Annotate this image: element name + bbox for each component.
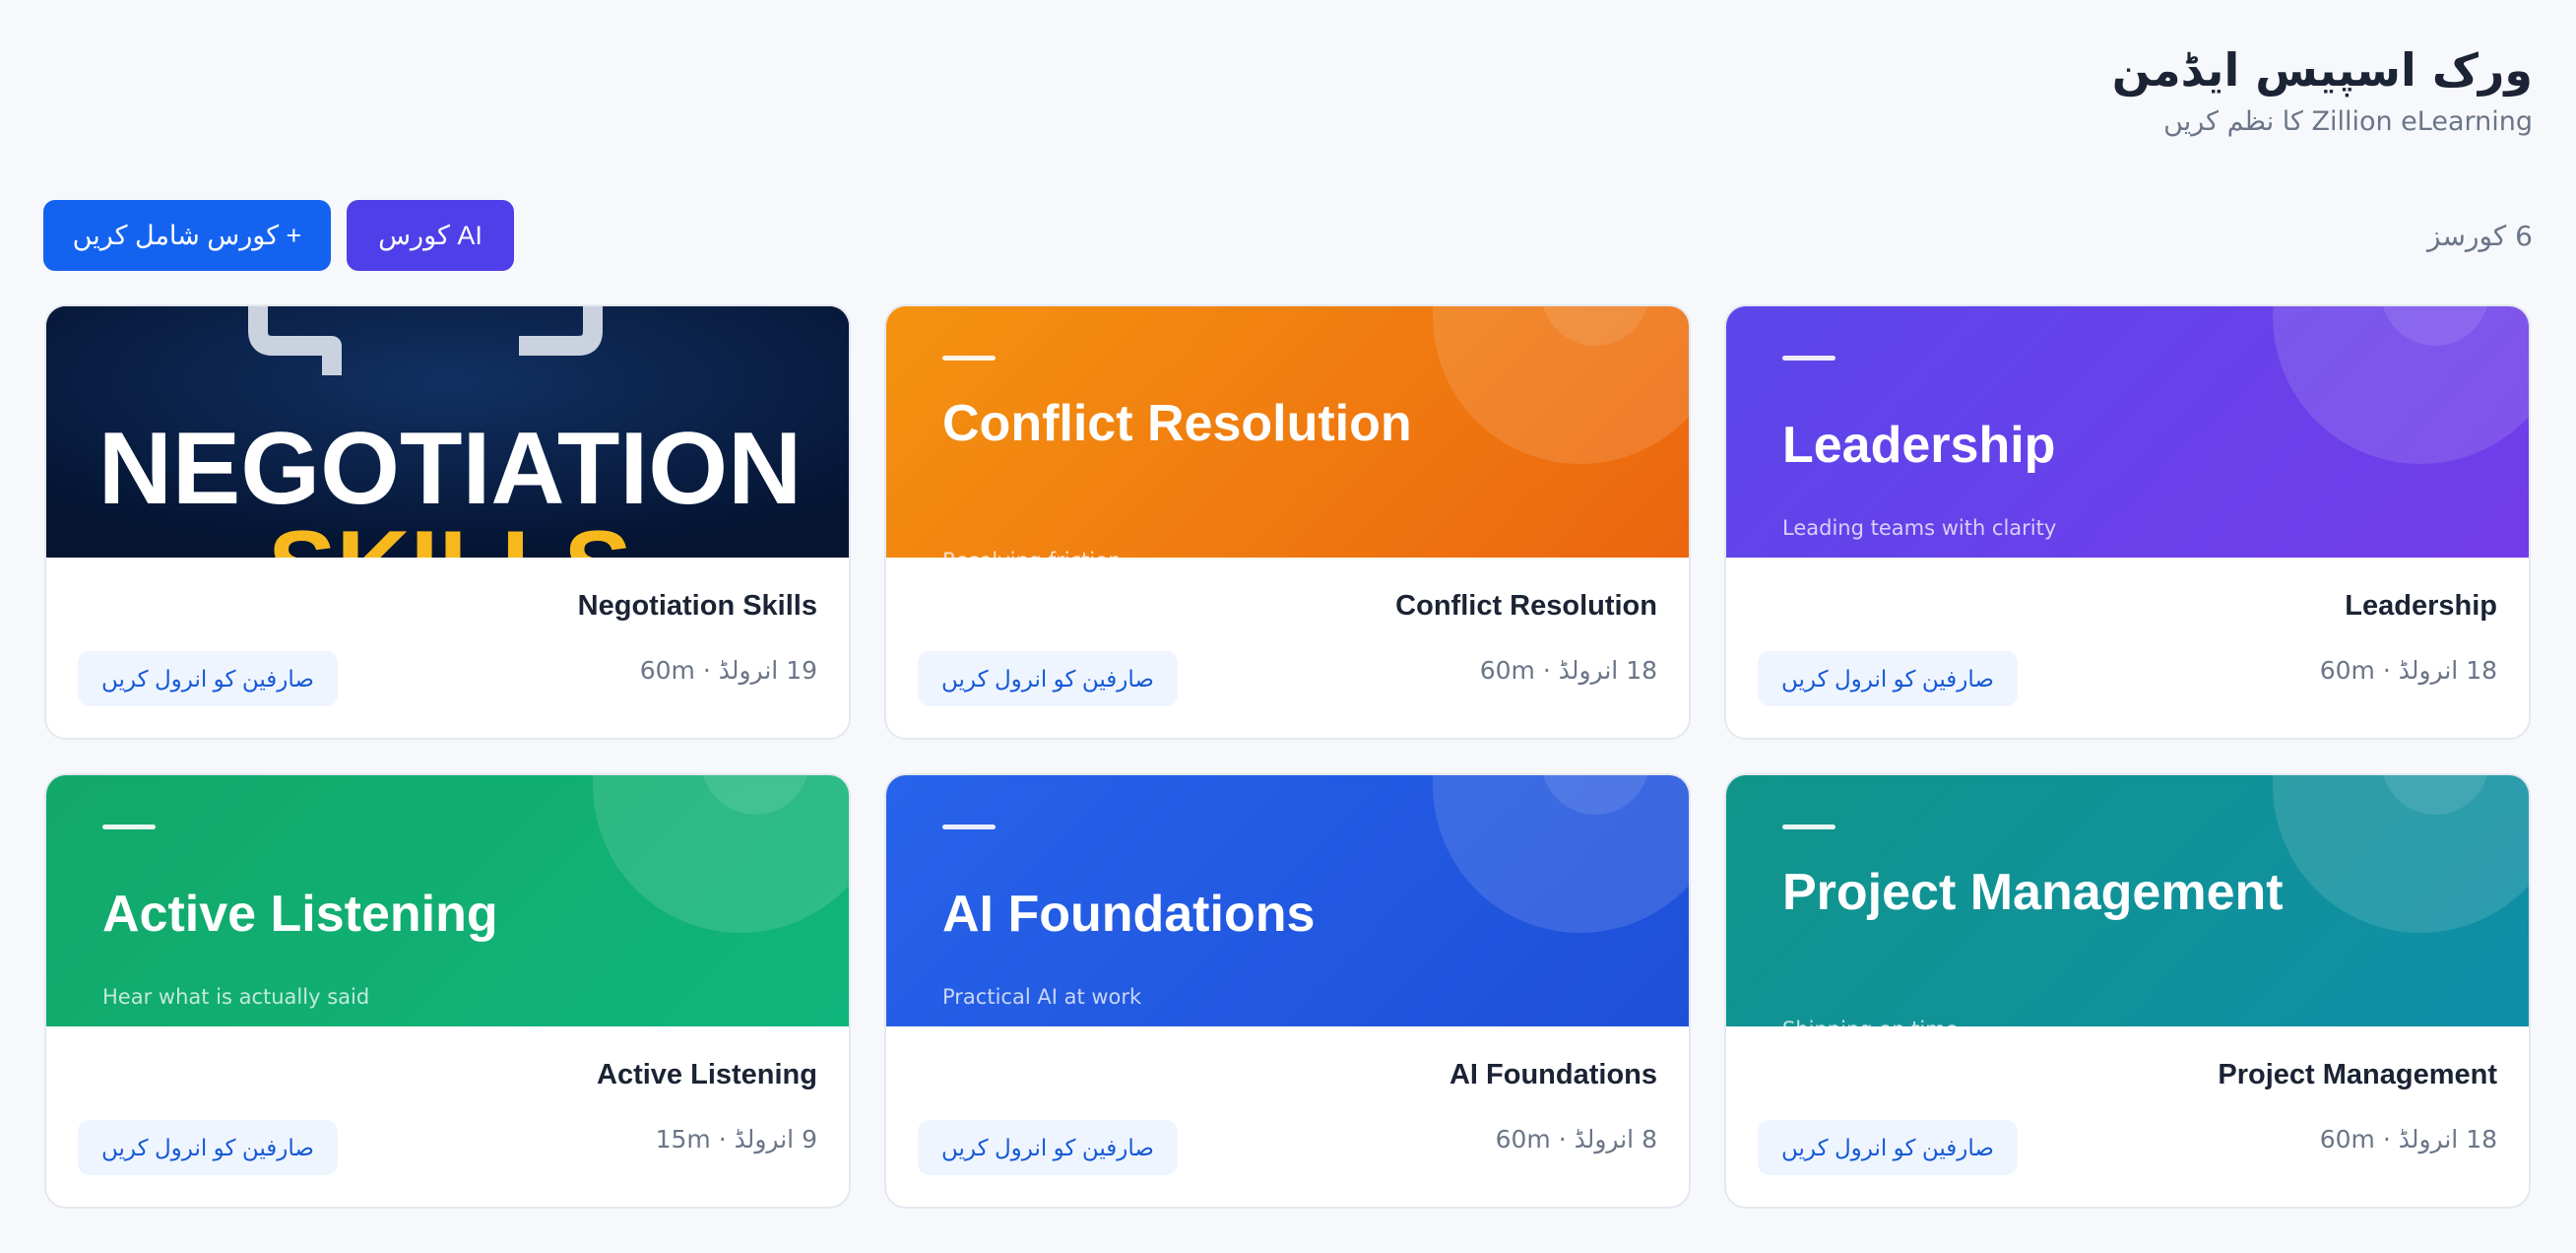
course-card-body: Negotiation Skills 19 انرولڈ · 60m صارفی… [46, 558, 849, 738]
page-header: ورک اسپیس ایڈمن Zillion eLearning کا نظم… [2112, 41, 2533, 137]
course-title: Negotiation Skills [577, 590, 817, 622]
banner-title: Project Management [1782, 864, 2284, 921]
banner-tagline: Resolving friction [942, 549, 1121, 558]
course-card-active-listening[interactable]: Active Listening Hear what is actually s… [44, 773, 851, 1209]
banner-dash [942, 356, 996, 361]
negotiation-banner-image: NEGOTIATION SKILLS [46, 306, 849, 558]
banner-title: Active Listening [102, 886, 498, 943]
course-banner: Conflict Resolution Resolving friction [886, 306, 1689, 558]
course-count: 6 کورسز [2427, 219, 2533, 252]
enroll-users-button[interactable]: صارفین کو انرول کریں [78, 651, 338, 706]
course-card-leadership[interactable]: Leadership Leading teams with clarity Le… [1724, 304, 2531, 740]
course-banner: Active Listening Hear what is actually s… [46, 775, 849, 1026]
course-card-negotiation-skills[interactable]: NEGOTIATION SKILLS Negotiation Skills 19… [44, 304, 851, 740]
course-card-body: Active Listening 9 انرولڈ · 15m صارفین ک… [46, 1026, 849, 1207]
course-card-body: Leadership 18 انرولڈ · 60m صارفین کو انر… [1726, 558, 2529, 738]
course-card-project-management[interactable]: Project Management Shipping on time Proj… [1724, 773, 2531, 1209]
enroll-users-button[interactable]: صارفین کو انرول کریں [1758, 651, 2018, 706]
banner-tagline: Leading teams with clarity [1782, 516, 2057, 540]
banner-tagline: Hear what is actually said [102, 985, 370, 1009]
course-card-body: AI Foundations 8 انرولڈ · 60m صارفین کو … [886, 1026, 1689, 1207]
banner-dash [942, 824, 996, 829]
course-title: Project Management [2218, 1059, 2497, 1090]
course-meta: 18 انرولڈ · 60m [2319, 656, 2497, 685]
course-card-body: Conflict Resolution 18 انرولڈ · 60m صارف… [886, 558, 1689, 738]
banner-title: Leadership [1782, 417, 2056, 474]
course-banner: AI Foundations Practical AI at work [886, 775, 1689, 1026]
course-banner: Leadership Leading teams with clarity [1726, 306, 2529, 558]
page-subtitle: Zillion eLearning کا نظم کریں [2163, 105, 2533, 137]
course-meta: 18 انرولڈ · 60m [1479, 656, 1657, 685]
banner-tagline: Shipping on time [1782, 1018, 1959, 1026]
banner-title: AI Foundations [942, 886, 1316, 943]
enroll-users-button[interactable]: صارفین کو انرول کریں [1758, 1120, 2018, 1175]
enroll-users-button[interactable]: صارفین کو انرول کریں [78, 1120, 338, 1175]
course-title: Leadership [2345, 590, 2497, 622]
course-meta: 9 انرولڈ · 15m [655, 1125, 817, 1154]
course-meta: 19 انرولڈ · 60m [639, 656, 817, 685]
enroll-users-button[interactable]: صارفین کو انرول کریں [918, 651, 1178, 706]
page-title: ورک اسپیس ایڈمن [2111, 43, 2533, 97]
course-meta: 18 انرولڈ · 60m [2319, 1125, 2497, 1154]
enroll-users-button[interactable]: صارفین کو انرول کریں [918, 1120, 1178, 1175]
ai-course-button[interactable]: AI کورس [347, 200, 514, 271]
banner-title: Conflict Resolution [942, 395, 1412, 452]
course-card-conflict-resolution[interactable]: Conflict Resolution Resolving friction C… [884, 304, 1691, 740]
banner-dash [1782, 824, 1835, 829]
add-course-button[interactable]: + کورس شامل کریں [43, 200, 331, 271]
course-card-ai-foundations[interactable]: AI Foundations Practical AI at work AI F… [884, 773, 1691, 1209]
banner-dash [1782, 356, 1835, 361]
course-title: AI Foundations [1449, 1059, 1657, 1090]
course-grid: NEGOTIATION SKILLS Negotiation Skills 19… [44, 304, 2533, 1209]
course-banner-image: NEGOTIATION SKILLS [46, 306, 849, 558]
course-banner: Project Management Shipping on time [1726, 775, 2529, 1026]
toolbar: + کورس شامل کریں AI کورس 6 کورسز [43, 200, 2533, 271]
course-title: Active Listening [597, 1059, 817, 1090]
banner-text-2: SKILLS [268, 510, 632, 558]
course-meta: 8 انرولڈ · 60m [1495, 1125, 1657, 1154]
course-title: Conflict Resolution [1395, 590, 1657, 622]
banner-dash [102, 824, 156, 829]
course-card-body: Project Management 18 انرولڈ · 60m صارفی… [1726, 1026, 2529, 1207]
banner-tagline: Practical AI at work [942, 985, 1142, 1009]
banner-text: NEGOTIATION [98, 412, 803, 526]
